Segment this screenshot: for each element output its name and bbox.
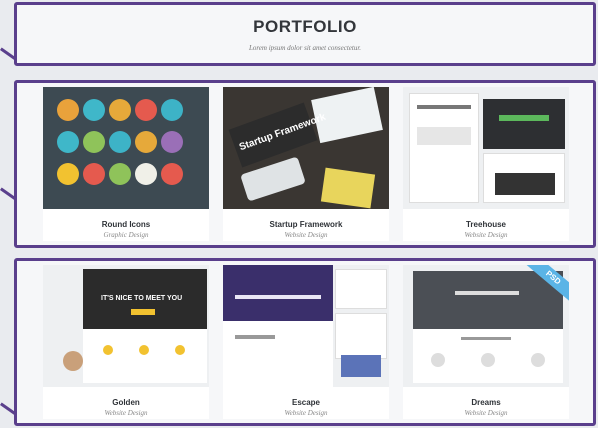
portfolio-row-1: Round Icons Graphic Design Startup Frame… [14, 80, 596, 248]
card-title: Escape [291, 398, 321, 407]
portfolio-card-treehouse[interactable]: Treehouse Website Design [403, 87, 569, 241]
startup-framework-thumbnail: Startup Framework [223, 87, 389, 209]
page-subtitle: Lorem ipsum dolor sit amet consectetur. [248, 44, 362, 52]
card-category: Website Design [104, 409, 148, 417]
portfolio-card-escape[interactable]: Escape Website Design [223, 265, 389, 419]
card-category: Website Design [284, 409, 328, 417]
card-title: Round Icons [101, 220, 151, 229]
portfolio-row-2: IT'S NICE TO MEET YOU Golden Website Des… [14, 258, 596, 426]
card-category: Graphic Design [103, 231, 149, 239]
card-title: Golden [112, 398, 140, 407]
card-title: Startup Framework [269, 220, 343, 229]
portfolio-card-startup-framework[interactable]: Startup Framework Startup Framework Webs… [223, 87, 389, 241]
escape-thumbnail [223, 265, 389, 387]
portfolio-card-dreams[interactable]: PSD Dreams Website Design [403, 265, 569, 419]
golden-thumbnail: IT'S NICE TO MEET YOU [43, 265, 209, 387]
card-category: Website Design [464, 409, 508, 417]
golden-thumb-text: IT'S NICE TO MEET YOU [101, 295, 183, 302]
card-category: Website Design [464, 231, 508, 239]
dreams-thumbnail: PSD [403, 265, 569, 387]
portfolio-card-golden[interactable]: IT'S NICE TO MEET YOU Golden Website Des… [43, 265, 209, 419]
portfolio-header: PORTFOLIO Lorem ipsum dolor sit amet con… [14, 2, 596, 66]
round-icons-thumbnail [43, 87, 209, 209]
treehouse-thumbnail [403, 87, 569, 209]
card-category: Website Design [284, 231, 328, 239]
card-title: Treehouse [465, 220, 506, 229]
card-title: Dreams [471, 398, 501, 407]
portfolio-card-round-icons[interactable]: Round Icons Graphic Design [43, 87, 209, 241]
page-title: PORTFOLIO [253, 17, 357, 36]
